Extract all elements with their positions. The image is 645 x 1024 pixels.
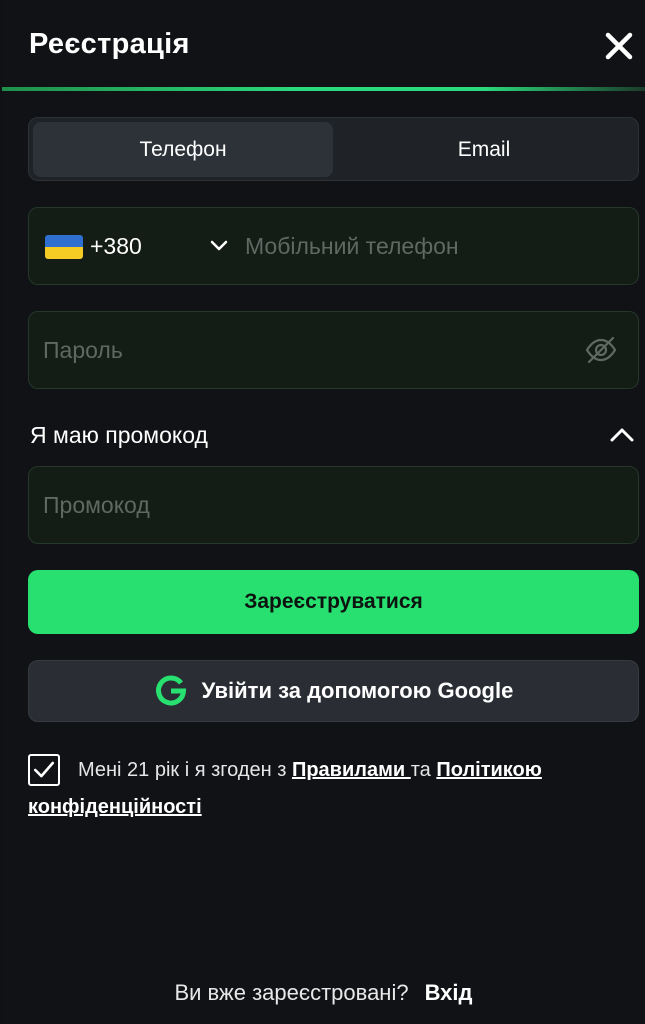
- google-icon: [155, 675, 186, 706]
- google-login-button[interactable]: Увійти за допомогою Google: [28, 660, 639, 722]
- ukraine-flag-icon: [45, 235, 83, 259]
- close-icon[interactable]: [603, 30, 635, 62]
- country-code: +380: [90, 233, 142, 259]
- rules-link[interactable]: Правилами: [292, 759, 411, 781]
- modal-header: Реєстрація: [2, 0, 645, 91]
- agreement-prefix: Мені 21 рік і я згоден з: [78, 759, 292, 781]
- modal-title: Реєстрація: [29, 28, 190, 60]
- phone-input[interactable]: Мобільний телефон: [245, 233, 459, 260]
- tab-email[interactable]: Email: [334, 122, 634, 177]
- promo-label: Я маю промокод: [30, 422, 208, 448]
- agreement-middle: та: [410, 759, 437, 781]
- google-button-label: Увійти за допомогою Google: [201, 678, 514, 703]
- header-accent-line: [2, 87, 645, 91]
- promo-input[interactable]: Промокод: [43, 492, 150, 519]
- promo-toggle[interactable]: Я маю промокод: [28, 415, 639, 455]
- agreement-checkbox[interactable]: [28, 754, 60, 786]
- register-button[interactable]: Зареєструватися: [28, 570, 639, 634]
- phone-field[interactable]: +380 Мобільний телефон: [28, 207, 639, 285]
- footer: Ви вже зареєстровані? Вхід: [2, 980, 645, 1006]
- login-link[interactable]: Вхід: [425, 980, 473, 1005]
- registration-modal: Реєстрація Телефон Email +380 Мобільний …: [2, 0, 645, 1024]
- tab-phone[interactable]: Телефон: [33, 122, 333, 177]
- already-registered-text: Ви вже зареєстровані?: [174, 980, 409, 1005]
- agreement: Мені 21 рік і я згоден з Правилами та По…: [28, 752, 628, 826]
- auth-method-tabs: Телефон Email: [28, 117, 639, 181]
- agreement-text: Мені 21 рік і я згоден з Правилами та По…: [28, 752, 628, 826]
- chevron-up-icon[interactable]: [609, 425, 635, 445]
- chevron-down-icon[interactable]: [209, 238, 229, 254]
- password-field[interactable]: Пароль: [28, 311, 639, 389]
- promo-field[interactable]: Промокод: [28, 466, 639, 544]
- eye-off-icon[interactable]: [584, 334, 618, 366]
- password-input[interactable]: Пароль: [43, 337, 123, 364]
